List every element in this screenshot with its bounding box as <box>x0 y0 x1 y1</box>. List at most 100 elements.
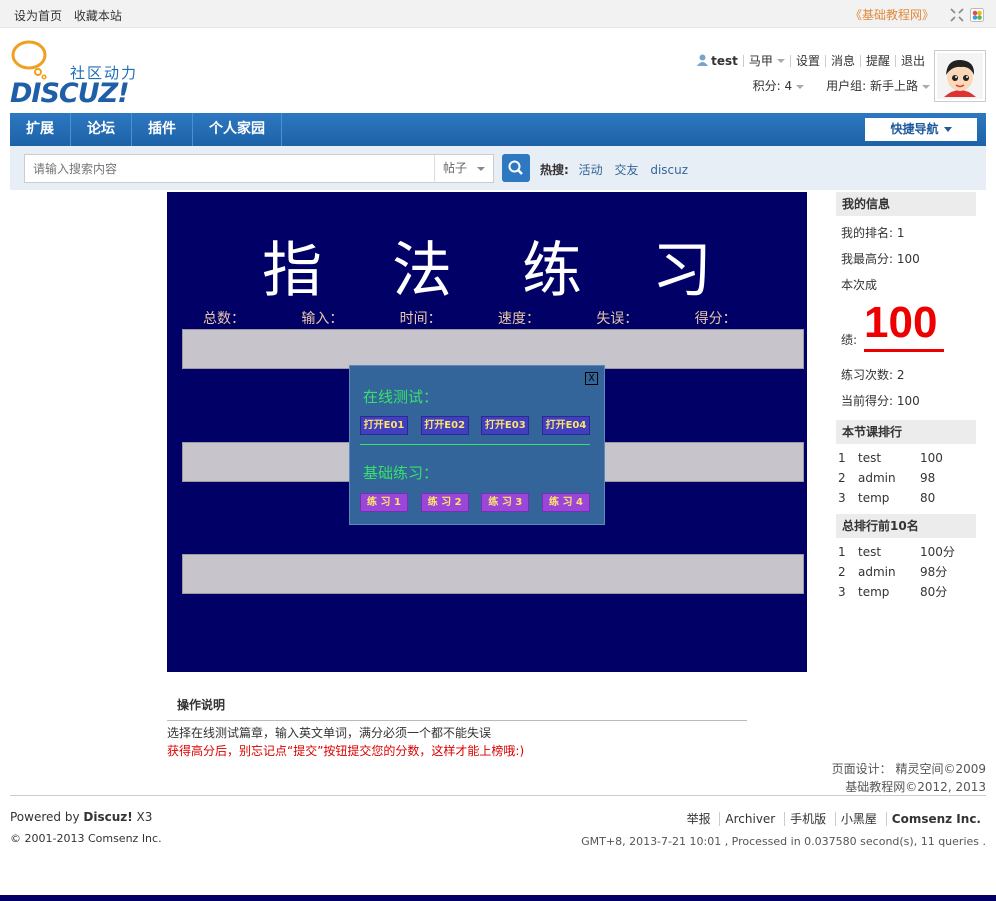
top10-heading: 总排行前10名 <box>836 514 976 538</box>
search-type-select[interactable]: 帖子 <box>434 154 494 183</box>
nav-item-forum[interactable]: 论坛 <box>71 113 132 146</box>
my-rank: 我的排名: 1 <box>841 226 905 240</box>
chevron-down-icon <box>943 127 952 132</box>
score-underline <box>864 349 944 352</box>
shrink-icon[interactable] <box>950 7 964 22</box>
nav-item-home[interactable]: 个人家园 <box>193 113 282 146</box>
logo-bubble-icon <box>11 40 47 80</box>
powered-by: Powered by Discuz! X3 <box>10 810 153 824</box>
quick-nav-button[interactable]: 快捷导航 <box>865 118 977 141</box>
hot-keyword[interactable]: 活动 <box>579 163 603 177</box>
header: 社区动力 DISCUZ! test 马甲 设置 消息 提醒 退出 积分: 4 用… <box>0 28 996 113</box>
user-name-link[interactable]: test <box>692 54 743 67</box>
style-switch-icon[interactable] <box>970 7 984 22</box>
avatar-face-icon <box>937 53 983 99</box>
list-item: 3 temp 80分 <box>838 585 948 599</box>
hot-search-label: 热搜: <box>540 163 569 177</box>
basic-practice-title: 基础练习： <box>363 464 439 482</box>
site-logo[interactable]: 社区动力 DISCUZ! <box>10 40 150 109</box>
practice-1-button[interactable]: 练 习 1 <box>360 493 408 512</box>
nav-item-plugin[interactable]: 插件 <box>132 113 193 146</box>
list-item: 1 test 100分 <box>838 545 955 559</box>
instructions-title: 操作说明 <box>167 690 747 721</box>
processing-info: GMT+8, 2013-7-21 10:01 , Processed in 0.… <box>581 835 986 848</box>
online-test-title: 在线测试： <box>363 388 439 406</box>
top10-list: 1 test 100分 2 admin 98分 3 temp 80分 <box>836 542 976 602</box>
open-e01-button[interactable]: 打开E01 <box>360 416 408 435</box>
top-bar: 设为首页 收藏本站 《基础教程网》 <box>0 0 996 28</box>
copyright: © 2001-2013 Comsenz Inc. <box>10 832 162 845</box>
instructions: 操作说明 选择在线测试篇章，输入英文单词，满分必须一个都不能失误 获得高分后，别… <box>167 690 747 760</box>
list-item: 1 test 100 <box>838 451 943 465</box>
hot-keyword[interactable]: 交友 <box>614 163 638 177</box>
instructions-line: 选择在线测试篇章，输入英文单词，满分必须一个都不能失误 <box>167 726 492 740</box>
lesson-rank-heading: 本节课排行 <box>836 420 976 444</box>
my-best-score: 我最高分: 100 <box>841 252 920 266</box>
practice-3-button[interactable]: 练 习 3 <box>481 493 530 512</box>
close-button[interactable]: X <box>585 372 598 385</box>
chevron-down-icon <box>776 59 785 63</box>
footer-right: 举报 Archiver 手机版 小黑屋 Comsenz Inc. GMT+8, … <box>581 810 986 848</box>
blackroom-link[interactable]: 小黑屋 <box>834 812 882 826</box>
footer-left: Powered by Discuz! X3 © 2001-2013 Comsen… <box>10 810 162 845</box>
design-credit: 页面设计： 精灵空间©2009 基础教程网©2012, 2013 <box>831 762 986 794</box>
current-score-block: 绩: 100 <box>836 298 976 358</box>
settings-link[interactable]: 设置 <box>789 54 825 67</box>
set-home-link[interactable]: 设为首页 <box>14 9 62 23</box>
bookmark-link[interactable]: 收藏本站 <box>74 9 122 23</box>
open-e03-button[interactable]: 打开E03 <box>481 416 530 435</box>
user-bar: test 马甲 设置 消息 提醒 退出 积分: 4 用户组: 新手上路 <box>692 54 930 94</box>
current-score: 当前得分: 100 <box>841 394 920 408</box>
chevron-down-icon <box>796 84 805 89</box>
nav-item-extend[interactable]: 扩展 <box>10 113 71 146</box>
site-link[interactable]: 《基础教程网》 <box>850 6 934 23</box>
main-nav: 扩展 论坛 插件 个人家园 快捷导航 <box>10 113 986 146</box>
user-group-menu[interactable]: 用户组: 新手上路 <box>826 77 930 94</box>
stat-speed: 速度： <box>497 311 540 327</box>
avatar[interactable] <box>934 50 986 102</box>
bottom-bar <box>0 895 996 901</box>
list-item: 2 admin 98 <box>838 471 936 485</box>
open-e04-button[interactable]: 打开E04 <box>541 416 590 435</box>
stat-total: 总数： <box>203 311 245 327</box>
hot-search: 热搜: 活动 交友 discuz <box>540 161 696 178</box>
this-time-label: 本次成 <box>841 278 878 292</box>
notifications-link[interactable]: 提醒 <box>859 54 895 67</box>
mobile-link[interactable]: 手机版 <box>784 812 832 826</box>
comsenz-link[interactable]: Comsenz Inc. <box>885 812 986 826</box>
lesson-select-dialog: X 在线测试： 打开E01 打开E02 打开E03 打开E04 基础练习： 练 … <box>349 365 605 525</box>
list-item: 3 temp 80 <box>838 491 936 505</box>
lesson-rank-list: 1 test 100 2 admin 98 3 temp 80 <box>836 448 976 508</box>
logo-brand: DISCUZ! <box>10 78 130 109</box>
hot-keyword[interactable]: discuz <box>650 163 688 177</box>
typing-lane[interactable] <box>182 329 804 369</box>
archiver-link[interactable]: Archiver <box>719 812 781 826</box>
messages-link[interactable]: 消息 <box>824 54 860 67</box>
stats-row: 总数： 输入： 时间： 速度： 失误： 得分： <box>203 308 793 328</box>
search-icon <box>508 160 523 175</box>
practice-4-button[interactable]: 练 习 4 <box>541 493 590 512</box>
discuz-link[interactable]: Discuz! <box>83 810 132 824</box>
open-e02-button[interactable]: 打开E02 <box>420 416 469 435</box>
stat-time: 时间： <box>399 311 442 327</box>
my-info-heading: 我的信息 <box>836 192 976 216</box>
user-icon <box>697 54 709 66</box>
big-score: 100 <box>864 298 938 347</box>
typing-practice-stage: 指法练习 总数： 输入： 时间： 速度： 失误： 得分： X 在线测试： 打开E… <box>167 192 807 672</box>
practice-2-button[interactable]: 练 习 2 <box>420 493 469 512</box>
search-button[interactable] <box>502 154 530 182</box>
stat-score: 得分： <box>694 311 737 327</box>
vest-menu[interactable]: 马甲 <box>742 54 790 67</box>
typing-lane[interactable] <box>182 554 804 594</box>
points-menu[interactable]: 积分: 4 <box>753 77 805 94</box>
search-input[interactable] <box>24 154 444 183</box>
stat-input: 输入： <box>301 311 344 327</box>
report-link[interactable]: 举报 <box>682 812 716 826</box>
chevron-down-icon <box>477 166 486 171</box>
dialog-divider <box>360 444 590 445</box>
stage-title: 指法练习 <box>262 236 782 306</box>
logout-link[interactable]: 退出 <box>894 54 930 67</box>
chevron-down-icon <box>922 84 930 89</box>
instructions-warning: 获得高分后，别忘记点“提交”按钮提交您的分数，这样才能上榜哦:) <box>167 744 525 758</box>
sidebar: 我的信息 我的排名: 1 我最高分: 100 本次成 绩: 100 练习次数: … <box>836 192 976 602</box>
